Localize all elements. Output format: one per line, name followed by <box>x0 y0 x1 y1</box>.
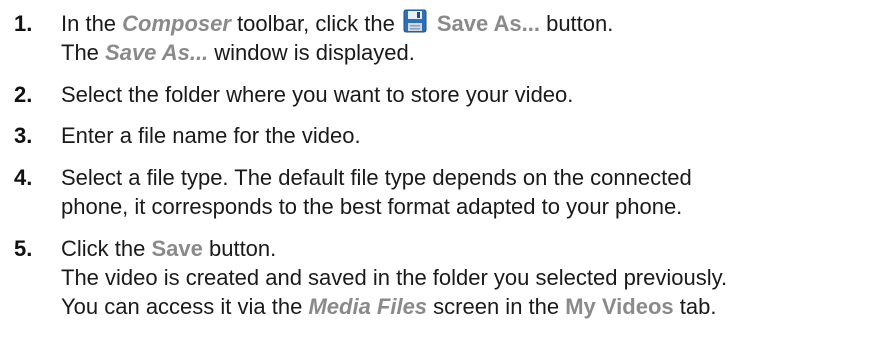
text-fragment: The <box>61 40 106 65</box>
save-as-window-ref: Save As... <box>105 40 209 65</box>
text-fragment: Click the <box>61 236 152 261</box>
step-text: Click the Save button. The video is crea… <box>61 234 727 321</box>
text-line: Select a file type. The default file typ… <box>61 165 692 190</box>
step-number: 1. <box>14 11 33 36</box>
text-fragment: In the <box>61 11 123 36</box>
text-line: Select the folder where you want to stor… <box>61 82 574 107</box>
text-fragment: screen in the <box>427 294 566 319</box>
step-text: Select a file type. The default file typ… <box>61 163 692 221</box>
save-as-button-ref: Save As... <box>436 11 540 36</box>
step-5: 5. Click the Save button. The video is c… <box>0 234 874 321</box>
text-fragment: button. <box>202 236 277 261</box>
step-number: 4. <box>14 165 33 190</box>
step-number: 3. <box>14 123 33 148</box>
text-fragment: You can access it via the <box>61 294 309 319</box>
step-2: 2. Select the folder where you want to s… <box>0 80 874 109</box>
step-4: 4. Select a file type. The default file … <box>0 163 874 221</box>
text-fragment: button. <box>539 11 614 36</box>
step-number: 2. <box>14 82 33 107</box>
step-text: In the Composer toolbar, click the Save A… <box>61 9 613 67</box>
step-text: Select the folder where you want to stor… <box>61 80 573 109</box>
media-files-ref: Media Files <box>308 294 428 319</box>
composer-ref: Composer <box>122 11 231 36</box>
text-fragment: window is displayed. <box>208 40 415 65</box>
text-fragment: tab. <box>673 294 717 319</box>
step-1: 1. In the Composer toolbar, click the Sav… <box>0 9 874 67</box>
text-line: Enter a file name for the video. <box>61 123 361 148</box>
step-text: Enter a file name for the video. <box>61 121 361 150</box>
my-videos-ref: My Videos <box>565 294 674 319</box>
step-number: 5. <box>14 236 33 261</box>
floppy-disk-save-icon <box>403 9 427 33</box>
text-fragment: toolbar, click the <box>230 11 395 36</box>
save-button-ref: Save <box>151 236 203 261</box>
text-line: phone, it corresponds to the best format… <box>61 194 683 219</box>
step-3: 3. Enter a file name for the video. <box>0 121 874 150</box>
text-line: The video is created and saved in the fo… <box>61 265 728 290</box>
